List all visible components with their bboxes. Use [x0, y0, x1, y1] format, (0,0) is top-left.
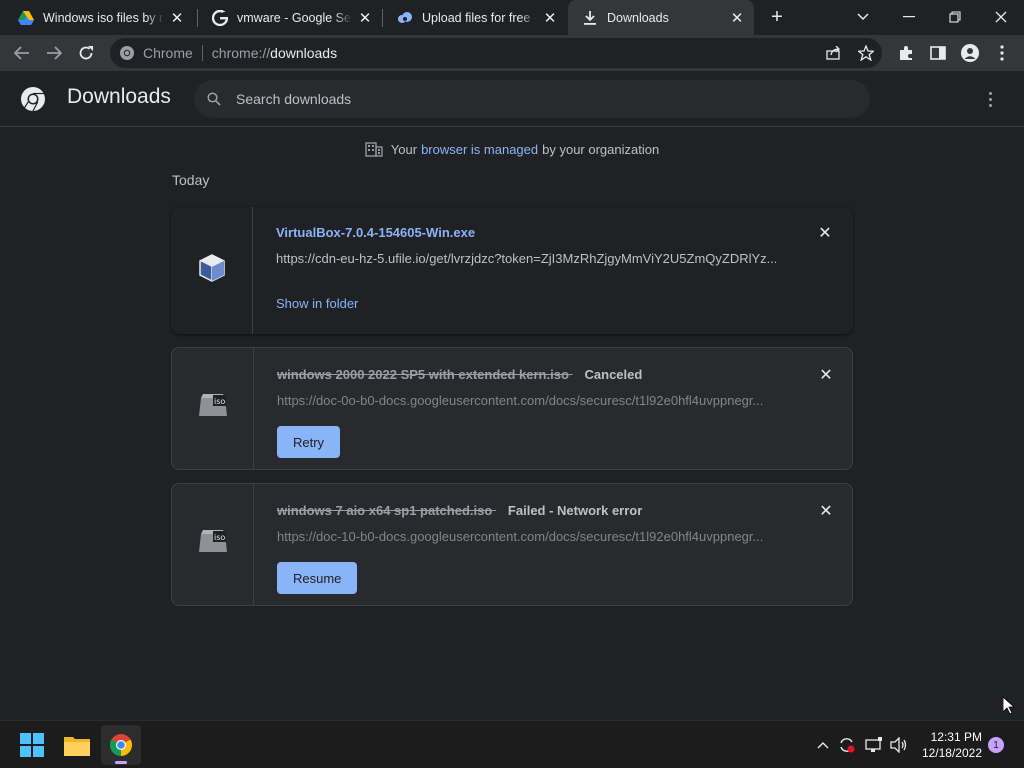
- network-icon[interactable]: [864, 733, 884, 757]
- download-filename[interactable]: windows 7 aio x64 sp1 patched.iso Failed…: [277, 503, 642, 518]
- search-input[interactable]: [236, 91, 836, 107]
- chrome-logo-icon: [20, 86, 46, 112]
- windows-taskbar: 12:31 PM 12/18/2022 1: [0, 720, 1024, 768]
- clock-date: 12/18/2022: [921, 746, 982, 760]
- iso-file-icon: iso: [197, 392, 229, 425]
- start-windows-icon[interactable]: [12, 725, 52, 765]
- building-icon: [365, 142, 383, 157]
- volume-icon[interactable]: [889, 733, 909, 757]
- url-scheme: chrome://: [211, 45, 271, 61]
- managed-suffix: by your organization: [542, 141, 660, 157]
- google-g-icon: [212, 9, 228, 26]
- google-drive-icon: [18, 10, 34, 26]
- download-url: https://doc-0o-b0-docs.googleusercontent…: [277, 393, 764, 408]
- resume-button[interactable]: Resume: [277, 562, 358, 594]
- retry-button[interactable]: Retry: [277, 426, 341, 458]
- ufile-cloud-icon: [397, 10, 413, 26]
- tab-close-icon[interactable]: ✕: [168, 9, 186, 27]
- download-status: Canceled: [584, 367, 643, 382]
- show-hidden-icons-chevron-icon[interactable]: [813, 733, 833, 757]
- managed-prefix: Your: [390, 141, 418, 157]
- sync-alert-icon[interactable]: [837, 733, 857, 757]
- chrome-menu-icon[interactable]: [990, 41, 1014, 65]
- reload-button[interactable]: [74, 41, 98, 65]
- tab-close-icon[interactable]: ✕: [356, 9, 374, 27]
- file-explorer-icon[interactable]: [57, 725, 97, 765]
- active-app-indicator: [115, 761, 127, 764]
- share-icon[interactable]: [824, 43, 844, 63]
- tab-ufile-upload[interactable]: Upload files for free - V ✕: [383, 0, 567, 35]
- download-icon-column: iso: [172, 484, 254, 605]
- iso-file-icon: iso: [197, 528, 229, 561]
- tab-vmware-search[interactable]: vmware - Google Search ✕: [198, 0, 382, 35]
- search-icon: [204, 92, 224, 106]
- chrome-chip: Chrome: [143, 45, 193, 61]
- downloads-more-menu-icon[interactable]: [980, 89, 1000, 109]
- download-filename-link[interactable]: VirtualBox-7.0.4-154605-Win.exe: [276, 225, 475, 240]
- filename-text: windows 7 aio x64 sp1 patched.iso: [277, 503, 493, 518]
- window-close-button[interactable]: [989, 5, 1013, 29]
- minimize-button[interactable]: [897, 5, 921, 29]
- restore-button[interactable]: [943, 5, 967, 29]
- notification-badge[interactable]: 1: [988, 737, 1004, 753]
- download-arrow-icon: [582, 10, 598, 26]
- side-panel-icon[interactable]: [926, 41, 950, 65]
- download-filename[interactable]: windows 2000 2022 SP5 with extended kern…: [277, 367, 642, 382]
- tab-search-chevron-icon[interactable]: [851, 5, 875, 29]
- remove-item-close-icon[interactable]: ✕: [816, 365, 836, 385]
- bookmark-star-icon[interactable]: [856, 43, 876, 63]
- mouse-cursor-icon: [1002, 696, 1016, 720]
- download-item: VirtualBox-7.0.4-154605-Win.exe https://…: [171, 207, 853, 334]
- download-item: iso windows 2000 2022 SP5 with extended …: [171, 347, 853, 470]
- tab-close-icon[interactable]: ✕: [541, 9, 559, 27]
- svg-text:iso: iso: [214, 533, 225, 542]
- download-item: iso windows 7 aio x64 sp1 patched.iso Fa…: [171, 483, 853, 606]
- tab-title: Downloads: [607, 10, 669, 25]
- search-downloads-box[interactable]: [194, 80, 870, 118]
- remove-item-close-icon[interactable]: ✕: [815, 223, 835, 243]
- tab-title: vmware - Google Search: [237, 10, 352, 25]
- forward-button[interactable]: [42, 41, 66, 65]
- svg-text:iso: iso: [214, 397, 225, 406]
- download-url: https://cdn-eu-hz-5.ufile.io/get/lvrzjdz…: [276, 251, 776, 266]
- clock-time: 12:31 PM: [930, 730, 982, 744]
- system-clock[interactable]: 12:31 PM 12/18/2022: [914, 729, 982, 761]
- tab-downloads[interactable]: Downloads ✕: [568, 0, 754, 35]
- chrome-taskbar-icon[interactable]: [101, 725, 141, 765]
- new-tab-button[interactable]: +: [766, 6, 788, 28]
- section-date-label: Today: [172, 172, 210, 188]
- browser-toolbar: Chrome chrome://downloads: [0, 35, 1024, 71]
- show-in-folder-link[interactable]: Show in folder: [276, 296, 358, 311]
- tab-windows-iso[interactable]: Windows iso files by m ✕: [4, 0, 194, 35]
- tab-close-icon[interactable]: ✕: [728, 9, 746, 27]
- download-icon-column: [171, 207, 253, 334]
- tab-strip: Windows iso files by m ✕ vmware - Google…: [0, 0, 1024, 35]
- virtualbox-icon: [198, 253, 226, 288]
- managed-notice: Your browser is managed by your organiza…: [0, 140, 1024, 158]
- page-title: Downloads: [67, 85, 171, 108]
- tab-title: Windows iso files by m: [43, 10, 164, 25]
- download-status: Failed - Network error: [507, 503, 643, 518]
- filename-text: windows 2000 2022 SP5 with extended kern…: [277, 367, 569, 382]
- extensions-puzzle-icon[interactable]: [894, 41, 918, 65]
- url-path: downloads: [270, 45, 338, 61]
- address-bar[interactable]: Chrome chrome://downloads: [110, 38, 882, 68]
- back-button[interactable]: [10, 41, 34, 65]
- profile-avatar-icon[interactable]: [958, 41, 982, 65]
- managed-link[interactable]: browser is managed: [421, 142, 538, 157]
- tab-title: Upload files for free - V: [422, 10, 537, 25]
- omnibox-divider: [201, 45, 203, 61]
- download-icon-column: iso: [172, 348, 254, 469]
- download-url: https://doc-10-b0-docs.googleusercontent…: [277, 529, 764, 544]
- chrome-logo-icon: [119, 45, 135, 61]
- remove-item-close-icon[interactable]: ✕: [816, 501, 836, 521]
- downloads-header: Downloads: [0, 71, 1024, 127]
